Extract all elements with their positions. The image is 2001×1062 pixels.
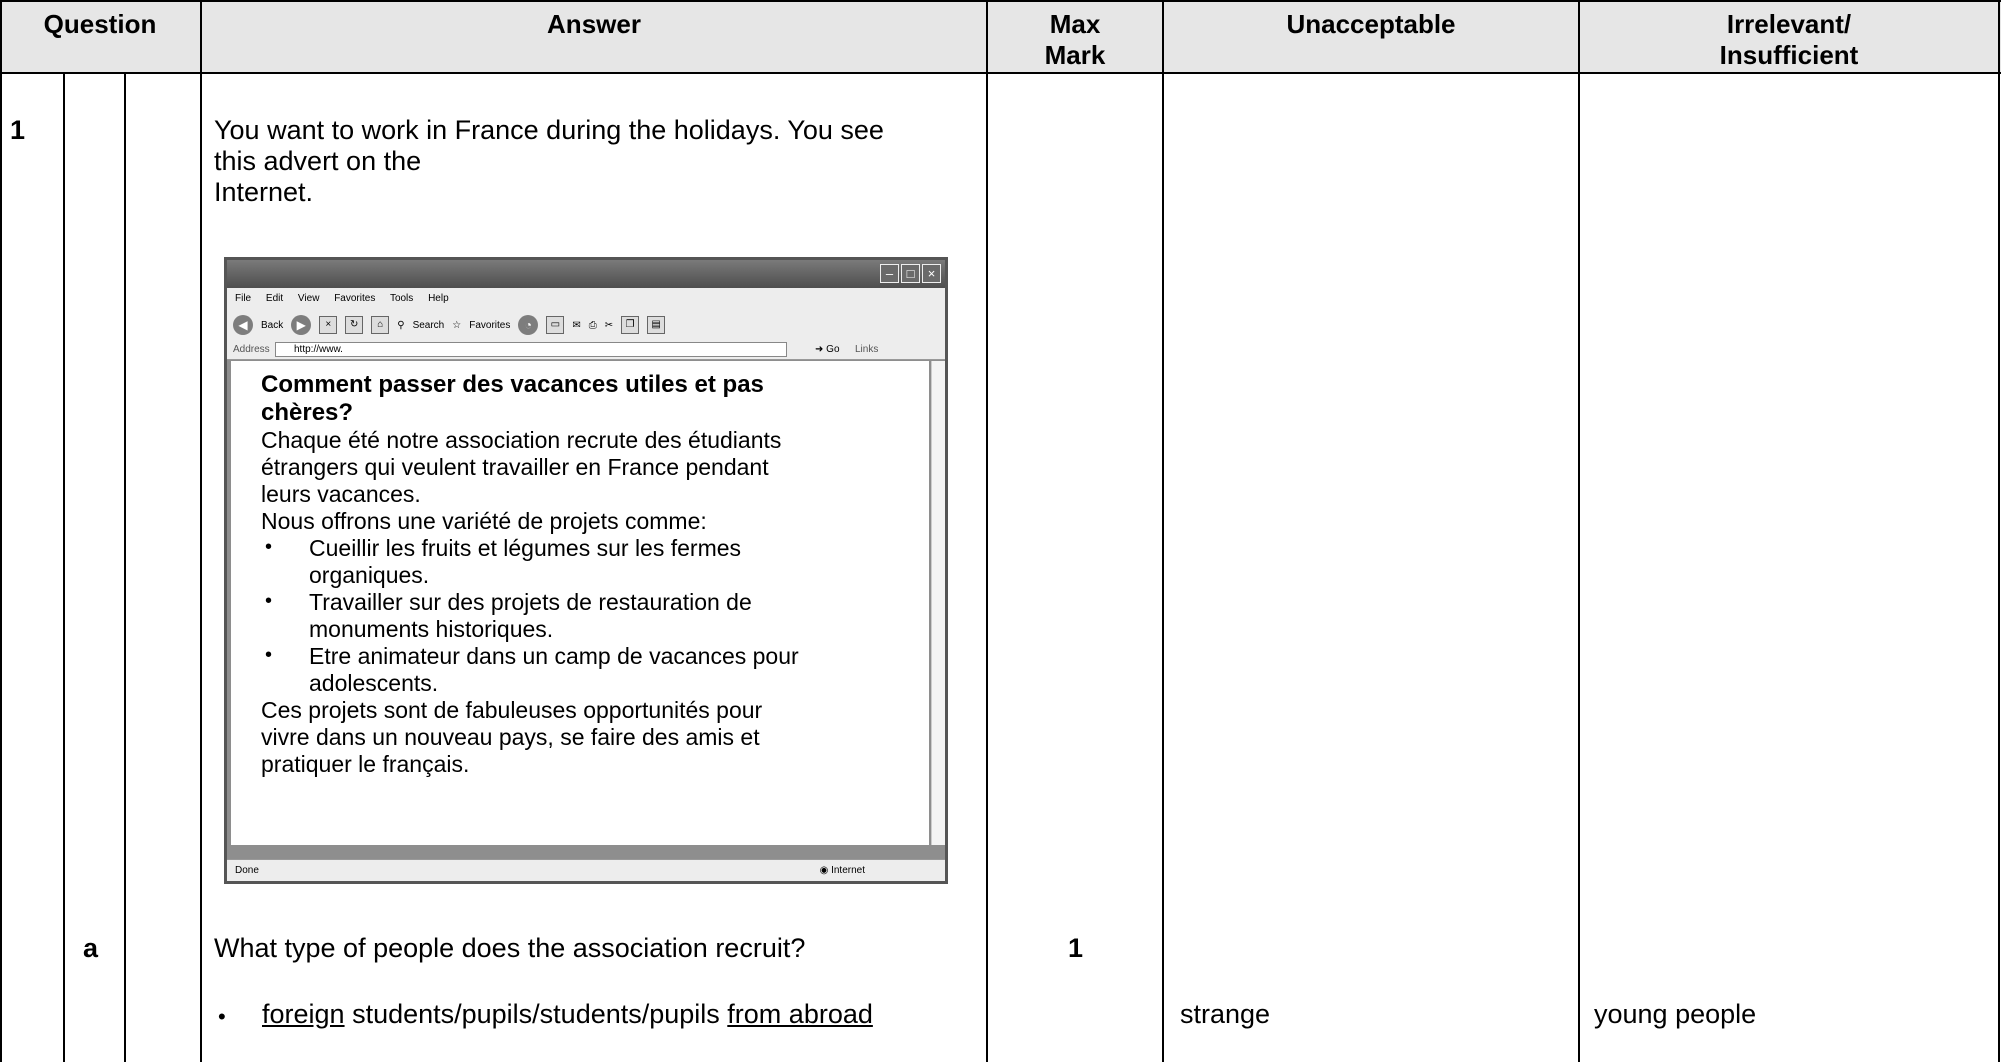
address-bar: Address http://www. ➜ Go Links xyxy=(227,340,945,360)
header-unacceptable: Unacceptable xyxy=(1286,9,1456,39)
home-icon: ⌂ xyxy=(371,316,390,334)
irrelevant-answer: young people xyxy=(1594,999,1757,1029)
header-answer: Answer xyxy=(547,9,641,39)
col-border-irrelevant xyxy=(1578,0,1580,1062)
browser-menubar: File Edit View Favorites Tools Help xyxy=(227,288,945,310)
status-internet-label: Internet xyxy=(831,865,865,876)
media-icon: ▭ xyxy=(546,316,565,334)
menu-view: View xyxy=(297,293,320,304)
search-label: Search xyxy=(412,319,445,331)
favorites-label: Favorites xyxy=(469,319,511,331)
advert-content: Comment passer des vacances utiles et pa… xyxy=(231,361,929,845)
advert-b1-line1: Cueillir les fruits et légumes sur les f… xyxy=(309,535,742,561)
window-buttons: – □ × xyxy=(880,264,941,283)
cut-icon: ✂ xyxy=(604,319,614,331)
copy-icon: ❐ xyxy=(621,316,640,334)
back-icon: ◀ xyxy=(233,315,253,335)
close-icon: × xyxy=(922,264,941,283)
advert-p1-line3: leurs vacances. xyxy=(261,481,421,507)
go-label: Go xyxy=(826,344,840,355)
print-icon: ⎙ xyxy=(588,319,597,331)
col-border-sub1 xyxy=(63,72,65,1062)
bullet-2: • xyxy=(265,590,273,612)
forward-icon: ▶ xyxy=(291,315,312,335)
advert-b3-line2: adolescents. xyxy=(309,670,439,696)
subquestion-max-mark: 1 xyxy=(1068,933,1084,963)
status-done: Done xyxy=(235,865,259,876)
status-internet: ◉ Internet xyxy=(819,865,865,876)
menu-help: Help xyxy=(428,293,449,304)
advert-b2-line1: Travailler sur des projets de restaurati… xyxy=(309,589,752,615)
menu-edit: Edit xyxy=(265,293,284,304)
header-max-mark: Max Mark xyxy=(988,0,1162,72)
header-bottom-border xyxy=(0,72,2001,74)
header-question: Question xyxy=(43,9,157,39)
intro-line-3: Internet. xyxy=(214,177,314,207)
advert-p3-line1: Ces projets sont de fabuleuses opportuni… xyxy=(261,697,763,723)
minimize-icon: – xyxy=(880,264,899,283)
header-irrelevant-text: Irrelevant/ Insufficient xyxy=(1719,9,1859,70)
stop-icon: × xyxy=(319,316,338,334)
intro-line-1: You want to work in France during the ho… xyxy=(214,115,884,145)
advert-p2: Nous offrons une variété de projets comm… xyxy=(261,508,707,534)
header-max-mark-text: Max Mark xyxy=(1044,9,1106,70)
intro-line-2: this advert on the xyxy=(214,146,422,176)
search-icon: ⚲ xyxy=(397,319,405,331)
menu-favorites: Favorites xyxy=(334,293,376,304)
subquestion-letter: a xyxy=(83,933,99,963)
browser-scrollbar xyxy=(931,361,945,845)
bullet-1: • xyxy=(265,536,273,558)
answer-bullet: • xyxy=(218,1004,226,1029)
col-border-maxmark xyxy=(986,0,988,1062)
advert-browser-window: – □ × File Edit View Favorites Tools Hel… xyxy=(224,257,948,884)
advert-b3-line1: Etre animateur dans un camp de vacances … xyxy=(309,643,799,669)
browser-toolbar: ◀ Back ▶ × ↻ ⌂ ⚲ Search ☆ Favorites ◔ ▭ … xyxy=(227,310,945,340)
col-border-sub2 xyxy=(124,72,126,1062)
bullet-3: • xyxy=(265,644,273,666)
col-border-left xyxy=(0,0,2,1062)
browser-titlebar: – □ × xyxy=(227,260,945,288)
back-label: Back xyxy=(261,319,284,331)
menu-file: File xyxy=(235,293,252,304)
advert-title: Comment passer des vacances utiles et pa… xyxy=(261,371,764,426)
col-border-unacceptable xyxy=(1162,0,1164,1062)
favorites-icon: ☆ xyxy=(452,319,462,331)
browser-statusbar: Done ◉ Internet xyxy=(227,859,945,881)
maximize-icon: □ xyxy=(901,264,920,283)
advert-b1-line2: organiques. xyxy=(309,562,430,588)
answer-middle: students/pupils/students/pupils xyxy=(344,999,728,1029)
mail-icon: ✉ xyxy=(572,319,581,331)
col-border-answer xyxy=(200,0,202,1062)
advert-p1-line2: étrangers qui veulent travailler en Fran… xyxy=(261,454,769,480)
advert-p1-line1: Chaque été notre association recrute des… xyxy=(261,427,782,453)
advert-b2-line2: monuments historiques. xyxy=(309,616,554,642)
answer-text: foreign students/pupils/students/pupils … xyxy=(262,999,873,1030)
advert-p3-line2: vivre dans un nouveau pays, se faire des… xyxy=(261,724,760,750)
refresh-icon: ↻ xyxy=(345,316,364,334)
question-number: 1 xyxy=(10,115,26,145)
address-label: Address xyxy=(233,344,270,355)
history-icon: ◔ xyxy=(518,315,539,335)
paste-icon: ▤ xyxy=(647,316,666,334)
header-irrelevant: Irrelevant/ Insufficient xyxy=(1580,0,1998,72)
go-button: ➜ Go xyxy=(815,344,840,355)
answer-underlined-2: from abroad xyxy=(727,999,873,1029)
unacceptable-answer: strange xyxy=(1180,999,1271,1029)
links-label: Links xyxy=(855,344,879,355)
subquestion-text: What type of people does the association… xyxy=(214,933,806,963)
advert-p3-line3: pratiquer le français. xyxy=(261,751,470,777)
menu-tools: Tools xyxy=(389,293,414,304)
answer-underlined-1: foreign xyxy=(262,999,345,1029)
address-field: http://www. xyxy=(275,342,787,357)
col-border-right xyxy=(1998,0,2000,1062)
